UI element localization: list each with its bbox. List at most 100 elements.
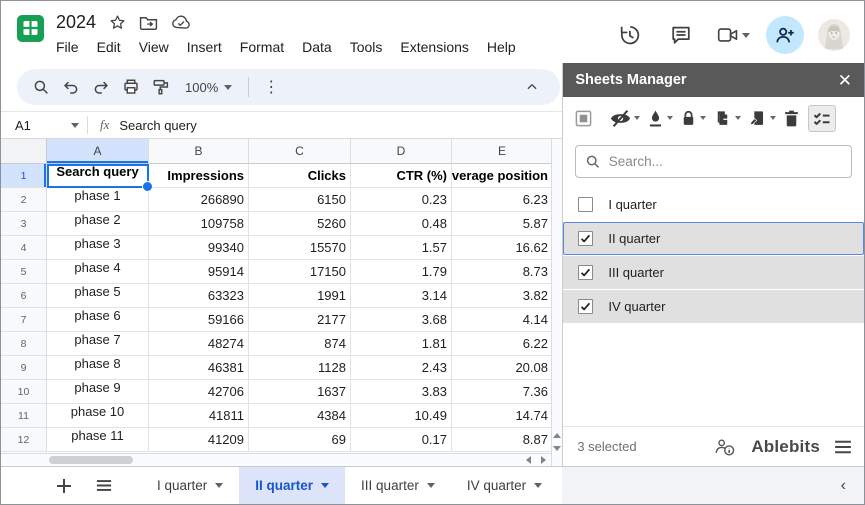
- cell-B2[interactable]: 266890: [149, 188, 249, 212]
- cell-D12[interactable]: 0.17: [351, 428, 452, 452]
- document-title[interactable]: 2024: [56, 12, 96, 33]
- cell-D6[interactable]: 3.14: [351, 284, 452, 308]
- edit-dropdown-caret[interactable]: [770, 116, 777, 120]
- cell-A5[interactable]: phase 4: [47, 260, 149, 284]
- cell-B3[interactable]: 109758: [149, 212, 249, 236]
- checkbox-iv-quarter[interactable]: [578, 299, 594, 314]
- row-header-5[interactable]: 5: [1, 260, 47, 284]
- row-header-12[interactable]: 12: [1, 428, 47, 452]
- paint-format-button[interactable]: [147, 73, 175, 101]
- scroll-right-icon[interactable]: [541, 456, 546, 464]
- version-history-button[interactable]: [610, 16, 648, 54]
- cell-D11[interactable]: 10.49: [351, 404, 452, 428]
- menu-tools[interactable]: Tools: [342, 36, 391, 58]
- more-options-button[interactable]: ⋮: [257, 73, 285, 101]
- meet-dropdown-caret[interactable]: [741, 32, 750, 38]
- column-header-A[interactable]: A: [47, 139, 149, 164]
- cell-B6[interactable]: 63323: [149, 284, 249, 308]
- cell-C10[interactable]: 1637: [249, 380, 351, 404]
- row-header-11[interactable]: 11: [1, 404, 47, 428]
- cell-C5[interactable]: 17150: [249, 260, 351, 284]
- cell-A3[interactable]: phase 2: [47, 212, 149, 236]
- tab-iv-quarter[interactable]: IV quarter: [451, 467, 558, 504]
- cell-B11[interactable]: 41811: [149, 404, 249, 428]
- meet-video-button[interactable]: [714, 16, 752, 54]
- share-button[interactable]: [766, 16, 804, 54]
- cell-E9[interactable]: 20.08: [452, 356, 552, 380]
- cell-D1[interactable]: CTR (%): [351, 164, 452, 188]
- row-header-3[interactable]: 3: [1, 212, 47, 236]
- menu-help[interactable]: Help: [479, 36, 524, 58]
- collapse-toolbar-button[interactable]: [518, 73, 546, 101]
- tab-iii-quarter[interactable]: III quarter: [345, 467, 451, 504]
- column-header-C[interactable]: C: [249, 139, 351, 164]
- cell-B5[interactable]: 95914: [149, 260, 249, 284]
- color-sheets-button[interactable]: [644, 105, 676, 132]
- menu-view[interactable]: View: [131, 36, 177, 58]
- tab-i-quarter[interactable]: I quarter: [141, 467, 239, 504]
- ablebits-logo[interactable]: Ablebits: [751, 437, 820, 457]
- name-box[interactable]: A1: [1, 118, 87, 133]
- cloud-status-icon[interactable]: [171, 14, 191, 30]
- cell-E8[interactable]: 6.22: [452, 332, 552, 356]
- print-button[interactable]: [117, 73, 145, 101]
- checkbox-i-quarter[interactable]: [578, 197, 594, 212]
- cell-C3[interactable]: 5260: [249, 212, 351, 236]
- color-dropdown-caret[interactable]: [667, 116, 674, 120]
- cell-E4[interactable]: 16.62: [452, 236, 552, 260]
- menu-data[interactable]: Data: [294, 36, 340, 58]
- cell-B4[interactable]: 99340: [149, 236, 249, 260]
- user-avatar[interactable]: [818, 19, 850, 51]
- select-all-checkbox[interactable]: [572, 106, 595, 131]
- column-header-D[interactable]: D: [351, 139, 452, 164]
- hide-sheets-button[interactable]: [607, 105, 643, 132]
- checklist-view-toggle[interactable]: [808, 104, 837, 132]
- hide-dropdown-caret[interactable]: [634, 116, 641, 120]
- cell-C1[interactable]: Clicks: [249, 164, 351, 188]
- cell-C2[interactable]: 6150: [249, 188, 351, 212]
- sheet-item-i-quarter[interactable]: I quarter: [563, 188, 864, 221]
- tab-ii-quarter[interactable]: II quarter: [239, 467, 346, 504]
- protect-dropdown-caret[interactable]: [700, 116, 707, 120]
- scroll-down-icon[interactable]: [553, 446, 562, 451]
- horizontal-scroll-thumb[interactable]: [49, 456, 133, 464]
- cell-A1[interactable]: Search query: [47, 164, 153, 192]
- cell-C8[interactable]: 874: [249, 332, 351, 356]
- cell-A11[interactable]: phase 10: [47, 404, 149, 428]
- menu-format[interactable]: Format: [232, 36, 292, 58]
- row-header-6[interactable]: 6: [1, 284, 47, 308]
- sheet-item-iv-quarter[interactable]: IV quarter: [563, 290, 864, 323]
- cell-E3[interactable]: 5.87: [452, 212, 552, 236]
- cell-D3[interactable]: 0.48: [351, 212, 452, 236]
- cell-E6[interactable]: 3.82: [452, 284, 552, 308]
- cell-C9[interactable]: 1128: [249, 356, 351, 380]
- cell-C4[interactable]: 15570: [249, 236, 351, 260]
- star-icon[interactable]: [109, 14, 126, 31]
- row-header-4[interactable]: 4: [1, 236, 47, 260]
- scroll-up-icon[interactable]: [553, 433, 562, 438]
- column-header-B[interactable]: B: [149, 139, 249, 164]
- row-header-8[interactable]: 8: [1, 332, 47, 356]
- search-menus-button[interactable]: [27, 73, 55, 101]
- copy-sheets-button[interactable]: [710, 105, 744, 132]
- edit-sheets-button[interactable]: [745, 105, 779, 132]
- scroll-left-icon[interactable]: [526, 456, 531, 464]
- all-sheets-button[interactable]: [89, 471, 119, 501]
- cell-A10[interactable]: phase 9: [47, 380, 149, 404]
- cell-E5[interactable]: 8.73: [452, 260, 552, 284]
- cell-D5[interactable]: 1.79: [351, 260, 452, 284]
- horizontal-scrollbar[interactable]: [1, 453, 552, 466]
- redo-button[interactable]: [87, 73, 115, 101]
- row-header-1[interactable]: 1: [1, 164, 47, 188]
- cell-E10[interactable]: 7.36: [452, 380, 552, 404]
- cell-C6[interactable]: 1991: [249, 284, 351, 308]
- row-header-9[interactable]: 9: [1, 356, 47, 380]
- cell-A9[interactable]: phase 8: [47, 356, 149, 380]
- menu-insert[interactable]: Insert: [179, 36, 230, 58]
- cell-B1[interactable]: Impressions: [149, 164, 249, 188]
- move-folder-icon[interactable]: [139, 14, 158, 31]
- cell-E2[interactable]: 6.23: [452, 188, 552, 212]
- comments-button[interactable]: [662, 16, 700, 54]
- cell-D4[interactable]: 1.57: [351, 236, 452, 260]
- cell-E12[interactable]: 8.87: [452, 428, 552, 452]
